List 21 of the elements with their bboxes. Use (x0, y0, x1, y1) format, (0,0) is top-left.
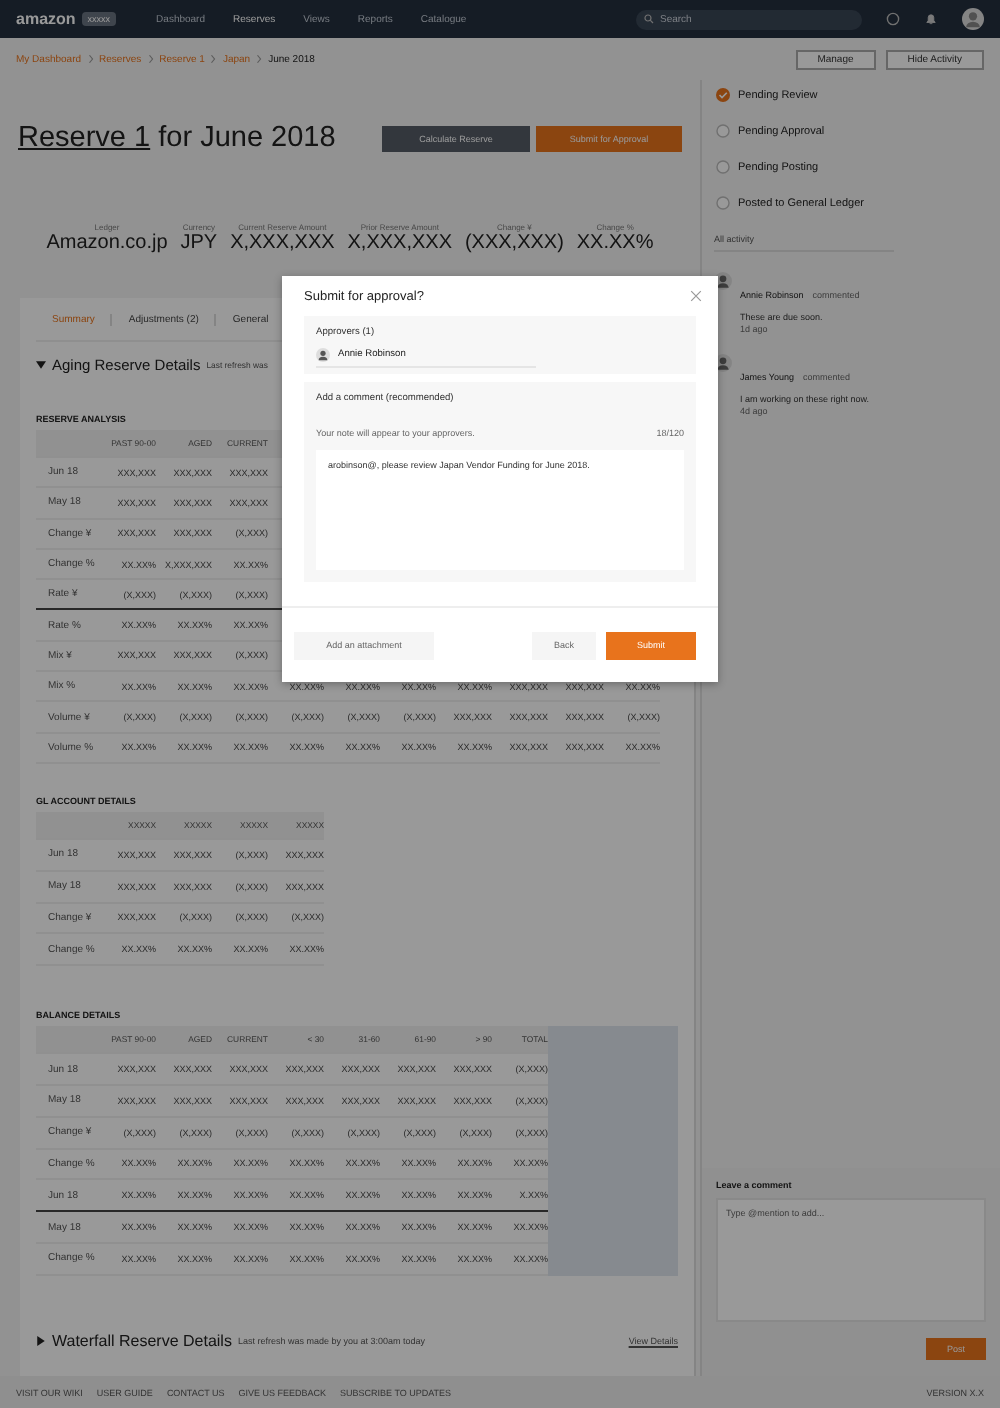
stat-value: (XXX,XXX) (464, 232, 564, 254)
stat-value: X,XXX,XXX (230, 232, 335, 254)
section-title: Waterfall Reserve Details (52, 1332, 232, 1351)
separator-icon (147, 54, 154, 64)
help-icon[interactable] (886, 12, 900, 26)
separator-icon (87, 54, 94, 64)
close-icon[interactable] (690, 290, 702, 302)
logo[interactable]: amazon (16, 10, 76, 28)
collapse-icon[interactable] (36, 359, 46, 369)
avatar-icon[interactable] (962, 8, 984, 30)
expand-icon[interactable] (36, 1336, 46, 1347)
page-title: Reserve 1 for June 2018 (18, 122, 336, 154)
stat-value: X,XXX,XXX (347, 232, 453, 254)
separator-icon (256, 54, 263, 64)
stat-value: JPY (180, 232, 218, 254)
stat-value: Amazon.co.jp (46, 232, 168, 254)
stat-value: XX.XX% (576, 232, 654, 254)
avatar-icon (316, 348, 330, 362)
bell-icon[interactable] (924, 12, 938, 26)
separator-icon (210, 54, 217, 64)
search-icon (644, 14, 654, 24)
